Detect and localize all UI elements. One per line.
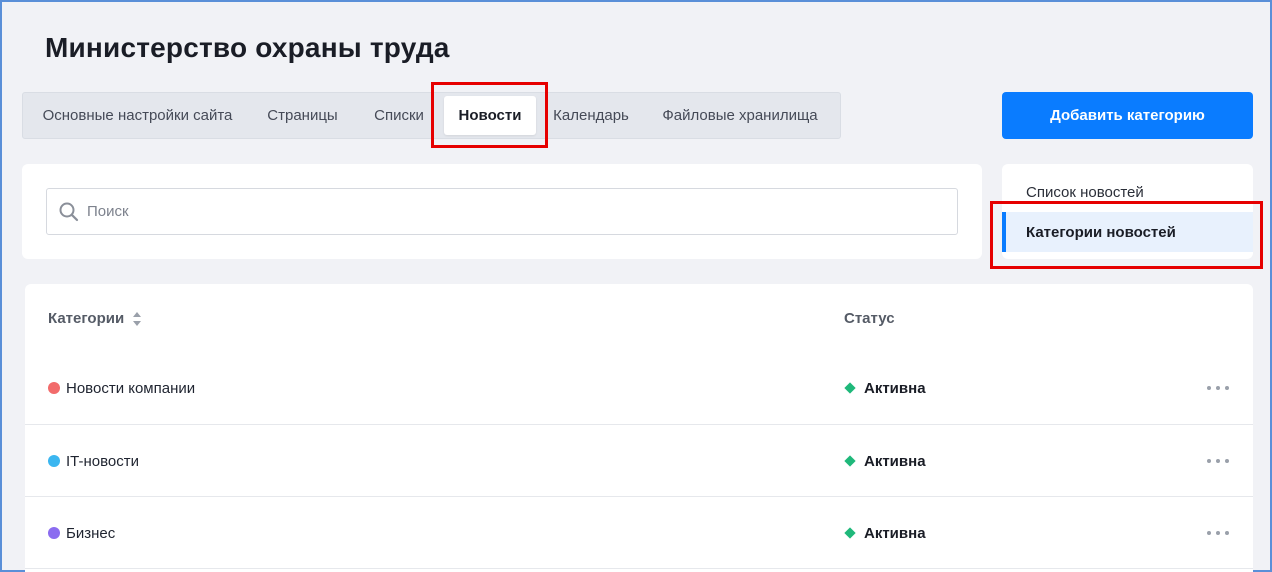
column-header-status: Статус: [844, 310, 895, 327]
category-name: IT-новости: [66, 452, 140, 470]
status-cell: Активна: [844, 497, 926, 569]
table-row: Новости компании Активна: [25, 352, 1253, 424]
search-input[interactable]: [87, 189, 947, 234]
categories-table: Категории Статус Новости компании Активн…: [25, 284, 1253, 572]
category-color-dot: [48, 455, 60, 467]
category-color-dot: [48, 382, 60, 394]
more-options-icon[interactable]: [1207, 378, 1229, 398]
category-cell: IT-новости: [48, 425, 139, 497]
column-header-category[interactable]: Категории: [48, 310, 142, 327]
news-side-menu: Список новостей Категории новостей: [1002, 164, 1253, 259]
sort-icon[interactable]: [132, 311, 142, 327]
category-color-dot: [48, 527, 60, 539]
status-label: Активна: [864, 524, 926, 542]
table-row: Бизнес Активна: [25, 496, 1253, 568]
tab-lists[interactable]: Списки: [361, 93, 437, 138]
add-category-button[interactable]: Добавить категорию: [1002, 92, 1253, 139]
column-header-category-label: Категории: [48, 310, 125, 327]
status-diamond-icon: [844, 455, 856, 467]
status-cell: Активна: [844, 425, 926, 497]
more-options-icon[interactable]: [1207, 523, 1229, 543]
search-box: [46, 188, 958, 235]
status-diamond-icon: [844, 527, 856, 539]
tab-calendar[interactable]: Календарь: [545, 93, 637, 138]
side-item-news-list[interactable]: Список новостей: [1002, 173, 1253, 211]
table-row-partial: [25, 568, 1253, 572]
side-item-news-categories[interactable]: Категории новостей: [1002, 212, 1253, 252]
section-tabs: Основные настройки сайта Страницы Списки…: [22, 92, 841, 139]
status-cell: Активна: [844, 352, 926, 424]
category-cell: Новости компании: [48, 352, 195, 424]
status-label: Активна: [864, 452, 926, 470]
status-diamond-icon: [844, 382, 856, 394]
tab-news[interactable]: Новости: [444, 96, 536, 135]
category-name: Бизнес: [66, 524, 116, 542]
table-row: IT-новости Активна: [25, 424, 1253, 496]
tab-site-settings[interactable]: Основные настройки сайта: [40, 93, 235, 138]
more-options-icon[interactable]: [1207, 451, 1229, 471]
tab-file-storage[interactable]: Файловые хранилища: [657, 93, 823, 138]
search-icon: [59, 202, 79, 222]
search-panel: [22, 164, 982, 259]
page-title: Министерство охраны труда: [45, 32, 450, 63]
tab-pages[interactable]: Страницы: [255, 93, 350, 138]
status-label: Активна: [864, 379, 926, 397]
category-name: Новости компании: [66, 379, 196, 397]
category-cell: Бизнес: [48, 497, 115, 569]
